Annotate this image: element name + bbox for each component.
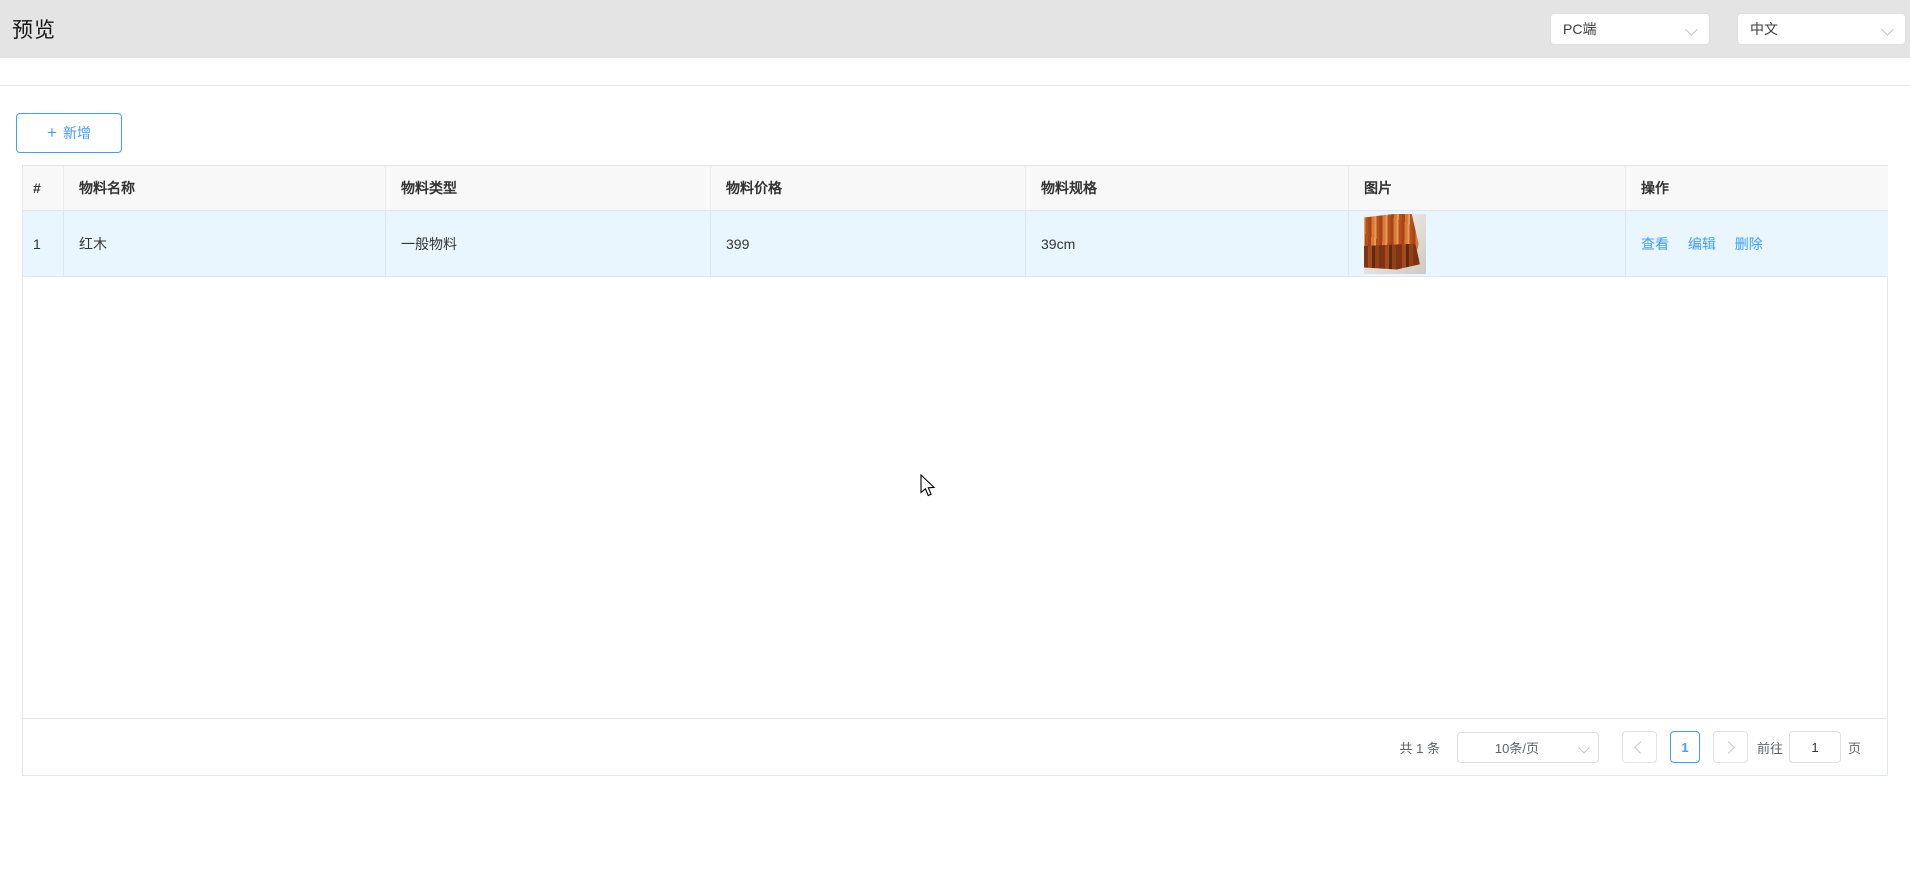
top-bar: 预览 PC端 中文 (0, 0, 1910, 58)
material-thumbnail-image (1364, 214, 1426, 274)
goto-unit-label: 页 (1848, 738, 1861, 757)
goto-page-input[interactable] (1789, 731, 1841, 763)
col-header-price: 物料价格 (711, 166, 1026, 211)
col-header-spec: 物料规格 (1026, 166, 1349, 211)
chevron-down-icon (1881, 23, 1894, 36)
cell-index: 1 (23, 211, 64, 277)
cell-spec: 39cm (1026, 211, 1349, 277)
pagination-bar: 共 1 条 10条/页 1 前往 页 (23, 718, 1887, 775)
plus-icon: + (47, 124, 57, 141)
add-button[interactable]: + 新增 (16, 113, 122, 153)
materials-table-container: # 物料名称 物料类型 物料价格 物料规格 图片 操作 1 红木 一般物料 39… (22, 165, 1888, 776)
cell-actions: 查看 编辑 删除 (1626, 211, 1888, 277)
cell-name: 红木 (64, 211, 386, 277)
col-header-actions: 操作 (1626, 166, 1888, 211)
delete-link[interactable]: 删除 (1735, 236, 1763, 252)
table-row: 1 红木 一般物料 399 39cm 查看 编辑 删除 (23, 211, 1888, 277)
page-size-value: 10条/页 (1495, 738, 1539, 757)
next-page-button[interactable] (1713, 731, 1748, 763)
col-header-name: 物料名称 (64, 166, 386, 211)
device-select[interactable]: PC端 (1550, 13, 1710, 45)
chevron-down-icon (1578, 742, 1589, 753)
page-number-button[interactable]: 1 (1670, 731, 1700, 763)
language-select-value: 中文 (1750, 19, 1778, 39)
cell-type: 一般物料 (386, 211, 711, 277)
col-header-index: # (23, 166, 64, 211)
cell-image (1349, 211, 1626, 277)
device-select-value: PC端 (1563, 19, 1596, 39)
col-header-type: 物料类型 (386, 166, 711, 211)
page-size-select[interactable]: 10条/页 (1457, 732, 1599, 763)
goto-label: 前往 (1757, 738, 1783, 757)
chevron-down-icon (1685, 23, 1698, 36)
chevron-right-icon (1723, 741, 1736, 754)
edit-link[interactable]: 编辑 (1688, 236, 1716, 252)
page-title: 预览 (12, 0, 56, 58)
table-header-row: # 物料名称 物料类型 物料价格 物料规格 图片 操作 (23, 166, 1888, 211)
cell-price: 399 (711, 211, 1026, 277)
add-button-label: 新增 (63, 123, 91, 143)
total-count-label: 共 1 条 (1400, 738, 1440, 757)
view-link[interactable]: 查看 (1641, 236, 1669, 252)
col-header-image: 图片 (1349, 166, 1626, 211)
section-divider (0, 85, 1910, 86)
materials-table: # 物料名称 物料类型 物料价格 物料规格 图片 操作 1 红木 一般物料 39… (23, 166, 1888, 277)
chevron-left-icon (1635, 741, 1648, 754)
language-select[interactable]: 中文 (1737, 13, 1906, 45)
prev-page-button[interactable] (1622, 731, 1657, 763)
